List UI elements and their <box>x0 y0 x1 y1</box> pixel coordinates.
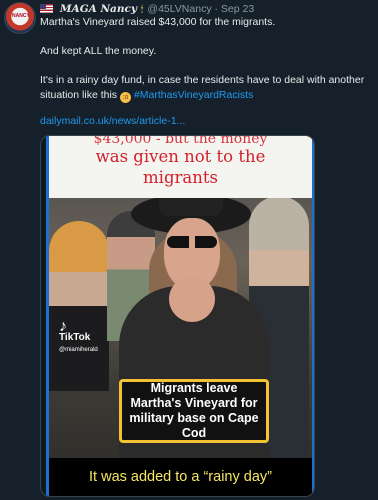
tweet-header: MAGA Nancy 🕯 @45LVNancy · Sep 23 <box>40 2 370 16</box>
tiktok-brand: TikTok <box>59 332 91 343</box>
video-media[interactable]: $43,000 - but the money was given not to… <box>40 135 315 497</box>
display-name[interactable]: MAGA Nancy <box>60 3 137 15</box>
bottom-caption-bar: It was added to a “rainy day” <box>49 458 312 496</box>
avatar[interactable]: NANCY <box>4 2 36 34</box>
avatar-text: NANCY <box>12 13 30 19</box>
overlay-line-1: was given not to the <box>95 147 266 166</box>
overlay-line-2: migrants <box>143 168 218 187</box>
tweet-line-2: And kept ALL the money. <box>40 45 157 57</box>
sunglasses <box>167 236 217 248</box>
video-top-overlay: $43,000 - but the money was given not to… <box>49 136 312 198</box>
clasped-hands <box>169 276 215 322</box>
candle-icon: 🕯 <box>140 4 144 14</box>
user-handle[interactable]: @45LVNancy <box>147 3 211 15</box>
news-caption: Migrants leave Martha's Vineyard for mil… <box>129 381 259 440</box>
article-link[interactable]: dailymail.co.uk/news/article-1... <box>40 115 185 127</box>
tiktok-icon: ♪ <box>59 318 67 335</box>
video-frame[interactable]: $43,000 - but the money was given not to… <box>46 136 314 496</box>
separator: · <box>214 3 219 15</box>
tiktok-user: @miamiherald <box>59 347 98 353</box>
news-caption-box: Migrants leave Martha's Vineyard for mil… <box>119 379 269 443</box>
flushed-face-icon: :o <box>119 92 131 103</box>
us-flag-icon <box>40 4 53 13</box>
tweet-line-1: Martha's Vineyard raised $43,000 for the… <box>40 16 276 28</box>
tweet-line-3-container: It's in a rainy day fund, in case the re… <box>40 73 372 103</box>
hashtag-link[interactable]: #MarthasVineyardRacists <box>134 89 253 101</box>
bottom-caption: It was added to a “rainy day” <box>89 469 272 485</box>
tweet-date[interactable]: Sep 23 <box>221 3 254 15</box>
tiktok-watermark: ♪ TikTok @miamiherald <box>59 318 98 356</box>
crowd-person <box>49 221 109 391</box>
overlay-cut-text: $43,000 - but the money <box>93 136 268 146</box>
